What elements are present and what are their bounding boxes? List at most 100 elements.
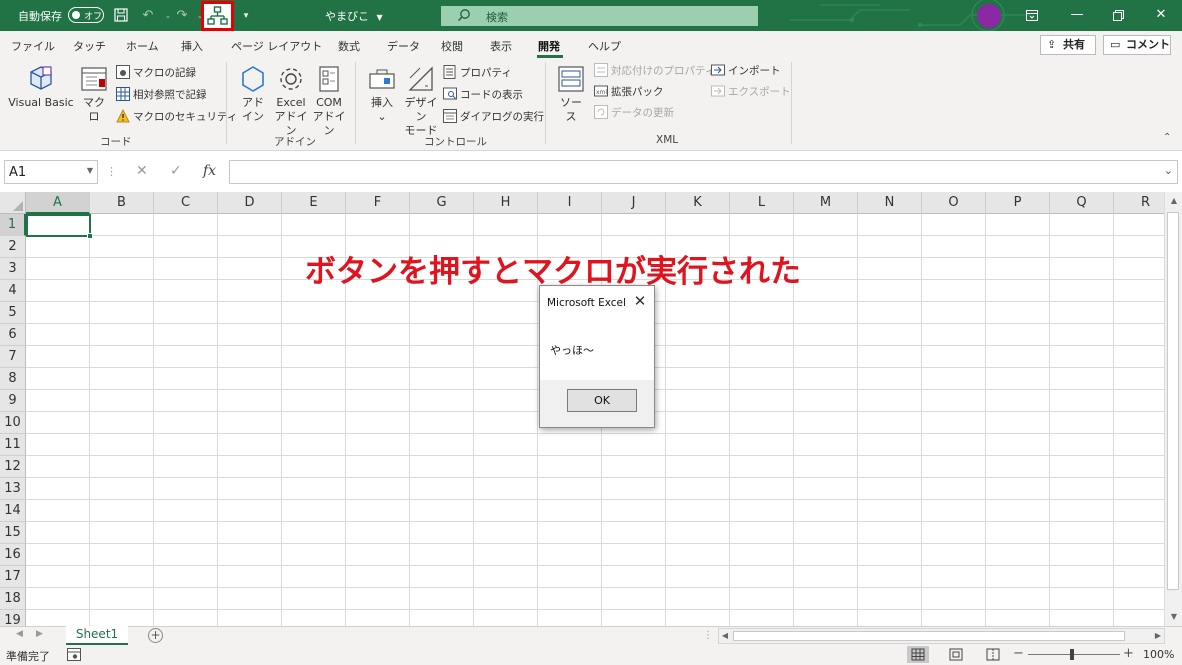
run-dialog-button[interactable]: ダイアログの実行 bbox=[443, 108, 544, 126]
column-header-n[interactable]: N bbox=[858, 192, 922, 214]
undo-icon[interactable]: ↶ bbox=[138, 6, 158, 26]
zoom-in-button[interactable]: + bbox=[1123, 646, 1134, 661]
scroll-down-icon[interactable]: ▼ bbox=[1165, 610, 1182, 624]
column-header-i[interactable]: I bbox=[538, 192, 602, 214]
autosave-toggle[interactable]: オフ bbox=[68, 7, 104, 23]
excel-addins-button[interactable]: Excel アドイン bbox=[273, 64, 309, 138]
collapse-ribbon-icon[interactable]: ⌃ bbox=[1163, 132, 1171, 143]
map-properties-button[interactable]: 対応付けのプロパティ bbox=[594, 62, 715, 80]
add-sheet-button[interactable]: + bbox=[148, 628, 163, 643]
restore-icon[interactable] bbox=[1107, 5, 1129, 25]
tab-data[interactable]: データ bbox=[387, 38, 420, 54]
row-header-18[interactable]: 18 bbox=[0, 588, 26, 610]
page-break-preview-button[interactable] bbox=[982, 646, 1004, 663]
tab-formulas[interactable]: 数式 bbox=[338, 38, 360, 54]
active-cell-a1[interactable] bbox=[26, 214, 93, 239]
row-header-19[interactable]: 19 bbox=[0, 610, 26, 626]
expansion-packs-button[interactable]: xml 拡張パック bbox=[594, 83, 664, 101]
horizontal-scroll-thumb[interactable] bbox=[733, 631, 1125, 641]
row-header-14[interactable]: 14 bbox=[0, 500, 26, 522]
vertical-scroll-thumb[interactable] bbox=[1167, 212, 1179, 590]
xml-source-button[interactable]: ソース bbox=[555, 64, 587, 124]
sheet-tab-sheet1[interactable]: Sheet1 bbox=[66, 626, 128, 645]
row-header-4[interactable]: 4 bbox=[0, 280, 26, 302]
row-header-16[interactable]: 16 bbox=[0, 544, 26, 566]
column-header-f[interactable]: F bbox=[346, 192, 410, 214]
name-box[interactable]: A1 ▼ bbox=[4, 160, 98, 184]
addins-button[interactable]: アド イン bbox=[238, 64, 268, 124]
search-box[interactable]: 検索 bbox=[441, 6, 758, 26]
row-header-12[interactable]: 12 bbox=[0, 456, 26, 478]
tab-view[interactable]: 表示 bbox=[490, 38, 512, 54]
zoom-out-button[interactable]: − bbox=[1013, 646, 1024, 661]
close-window-icon[interactable]: ✕ bbox=[1150, 5, 1172, 25]
column-header-r[interactable]: R bbox=[1114, 192, 1164, 214]
tab-touch[interactable]: タッチ bbox=[73, 38, 106, 54]
enter-icon[interactable]: ✓ bbox=[170, 163, 182, 179]
properties-button[interactable]: プロパティ bbox=[443, 64, 512, 82]
comments-button[interactable]: ▭ コメント bbox=[1103, 35, 1171, 55]
document-name[interactable]: やまびこ ▼ bbox=[325, 8, 383, 24]
tab-home[interactable]: ホーム bbox=[126, 38, 159, 54]
xml-export-button[interactable]: エクスポート bbox=[711, 83, 791, 101]
share-button[interactable]: ⇪ 共有 bbox=[1040, 35, 1096, 55]
scroll-right-icon[interactable]: ▶ bbox=[1152, 629, 1164, 643]
column-header-j[interactable]: J bbox=[602, 192, 666, 214]
ribbon-display-options-icon[interactable] bbox=[1021, 5, 1043, 25]
row-header-9[interactable]: 9 bbox=[0, 390, 26, 412]
zoom-level[interactable]: 100% bbox=[1143, 648, 1174, 661]
tab-review[interactable]: 校閲 bbox=[441, 38, 463, 54]
macro-button[interactable]: マクロ bbox=[79, 64, 109, 124]
redo-icon[interactable]: ↷ bbox=[172, 6, 192, 26]
row-header-13[interactable]: 13 bbox=[0, 478, 26, 500]
view-code-button[interactable]: コードの表示 bbox=[443, 86, 523, 104]
scroll-left-icon[interactable]: ◀ bbox=[719, 629, 731, 643]
column-header-o[interactable]: O bbox=[922, 192, 986, 214]
tab-insert[interactable]: 挿入 bbox=[181, 38, 203, 54]
normal-view-button[interactable] bbox=[907, 646, 929, 663]
design-mode-button[interactable]: デザイン モード bbox=[402, 64, 440, 138]
zoom-slider-knob[interactable] bbox=[1070, 649, 1074, 660]
refresh-data-button[interactable]: データの更新 bbox=[594, 104, 674, 122]
row-header-8[interactable]: 8 bbox=[0, 368, 26, 390]
column-header-a[interactable]: A bbox=[26, 192, 90, 214]
more-options-icon[interactable]: ⋮ bbox=[106, 165, 117, 178]
previous-sheet-icon[interactable]: ◀ bbox=[16, 629, 23, 639]
insert-control-button[interactable]: 挿入 ⌄ bbox=[366, 64, 398, 124]
column-header-b[interactable]: B bbox=[90, 192, 154, 214]
formula-input[interactable]: ⌄ bbox=[229, 160, 1178, 184]
column-header-l[interactable]: L bbox=[730, 192, 794, 214]
visual-basic-button[interactable]: Visual Basic bbox=[8, 64, 74, 110]
minimize-icon[interactable]: — bbox=[1066, 5, 1088, 25]
row-header-10[interactable]: 10 bbox=[0, 412, 26, 434]
macro-recording-icon[interactable] bbox=[67, 648, 81, 664]
save-icon[interactable] bbox=[111, 6, 131, 26]
customize-qat-icon[interactable]: ▾ bbox=[236, 6, 256, 26]
page-layout-view-button[interactable] bbox=[945, 646, 967, 663]
zoom-slider-track[interactable] bbox=[1028, 654, 1120, 655]
com-addins-button[interactable]: COM アドイン bbox=[311, 64, 347, 138]
column-header-p[interactable]: P bbox=[986, 192, 1050, 214]
ok-button[interactable]: OK bbox=[567, 389, 637, 412]
scroll-up-icon[interactable]: ▲ bbox=[1165, 194, 1182, 208]
horizontal-scrollbar[interactable]: ◀ ▶ bbox=[718, 628, 1165, 644]
xml-import-button[interactable]: インポート bbox=[711, 62, 781, 80]
next-sheet-icon[interactable]: ▶ bbox=[36, 629, 43, 639]
close-icon[interactable]: ✕ bbox=[631, 292, 649, 310]
vertical-scrollbar[interactable]: ▲ ▼ bbox=[1164, 192, 1182, 626]
row-header-1[interactable]: 1 bbox=[0, 214, 26, 236]
column-header-e[interactable]: E bbox=[282, 192, 346, 214]
row-header-15[interactable]: 15 bbox=[0, 522, 26, 544]
relative-reference-button[interactable]: 相対参照で記録 bbox=[116, 86, 207, 104]
row-header-7[interactable]: 7 bbox=[0, 346, 26, 368]
column-header-c[interactable]: C bbox=[154, 192, 218, 214]
row-header-11[interactable]: 11 bbox=[0, 434, 26, 456]
cancel-icon[interactable]: ✕ bbox=[136, 163, 148, 179]
macro-security-button[interactable]: マクロのセキュリティ bbox=[116, 108, 237, 126]
row-header-17[interactable]: 17 bbox=[0, 566, 26, 588]
column-header-g[interactable]: G bbox=[410, 192, 474, 214]
column-header-h[interactable]: H bbox=[474, 192, 538, 214]
tab-help[interactable]: ヘルプ bbox=[588, 38, 621, 54]
tab-developer[interactable]: 開発 bbox=[538, 38, 560, 54]
column-header-k[interactable]: K bbox=[666, 192, 730, 214]
